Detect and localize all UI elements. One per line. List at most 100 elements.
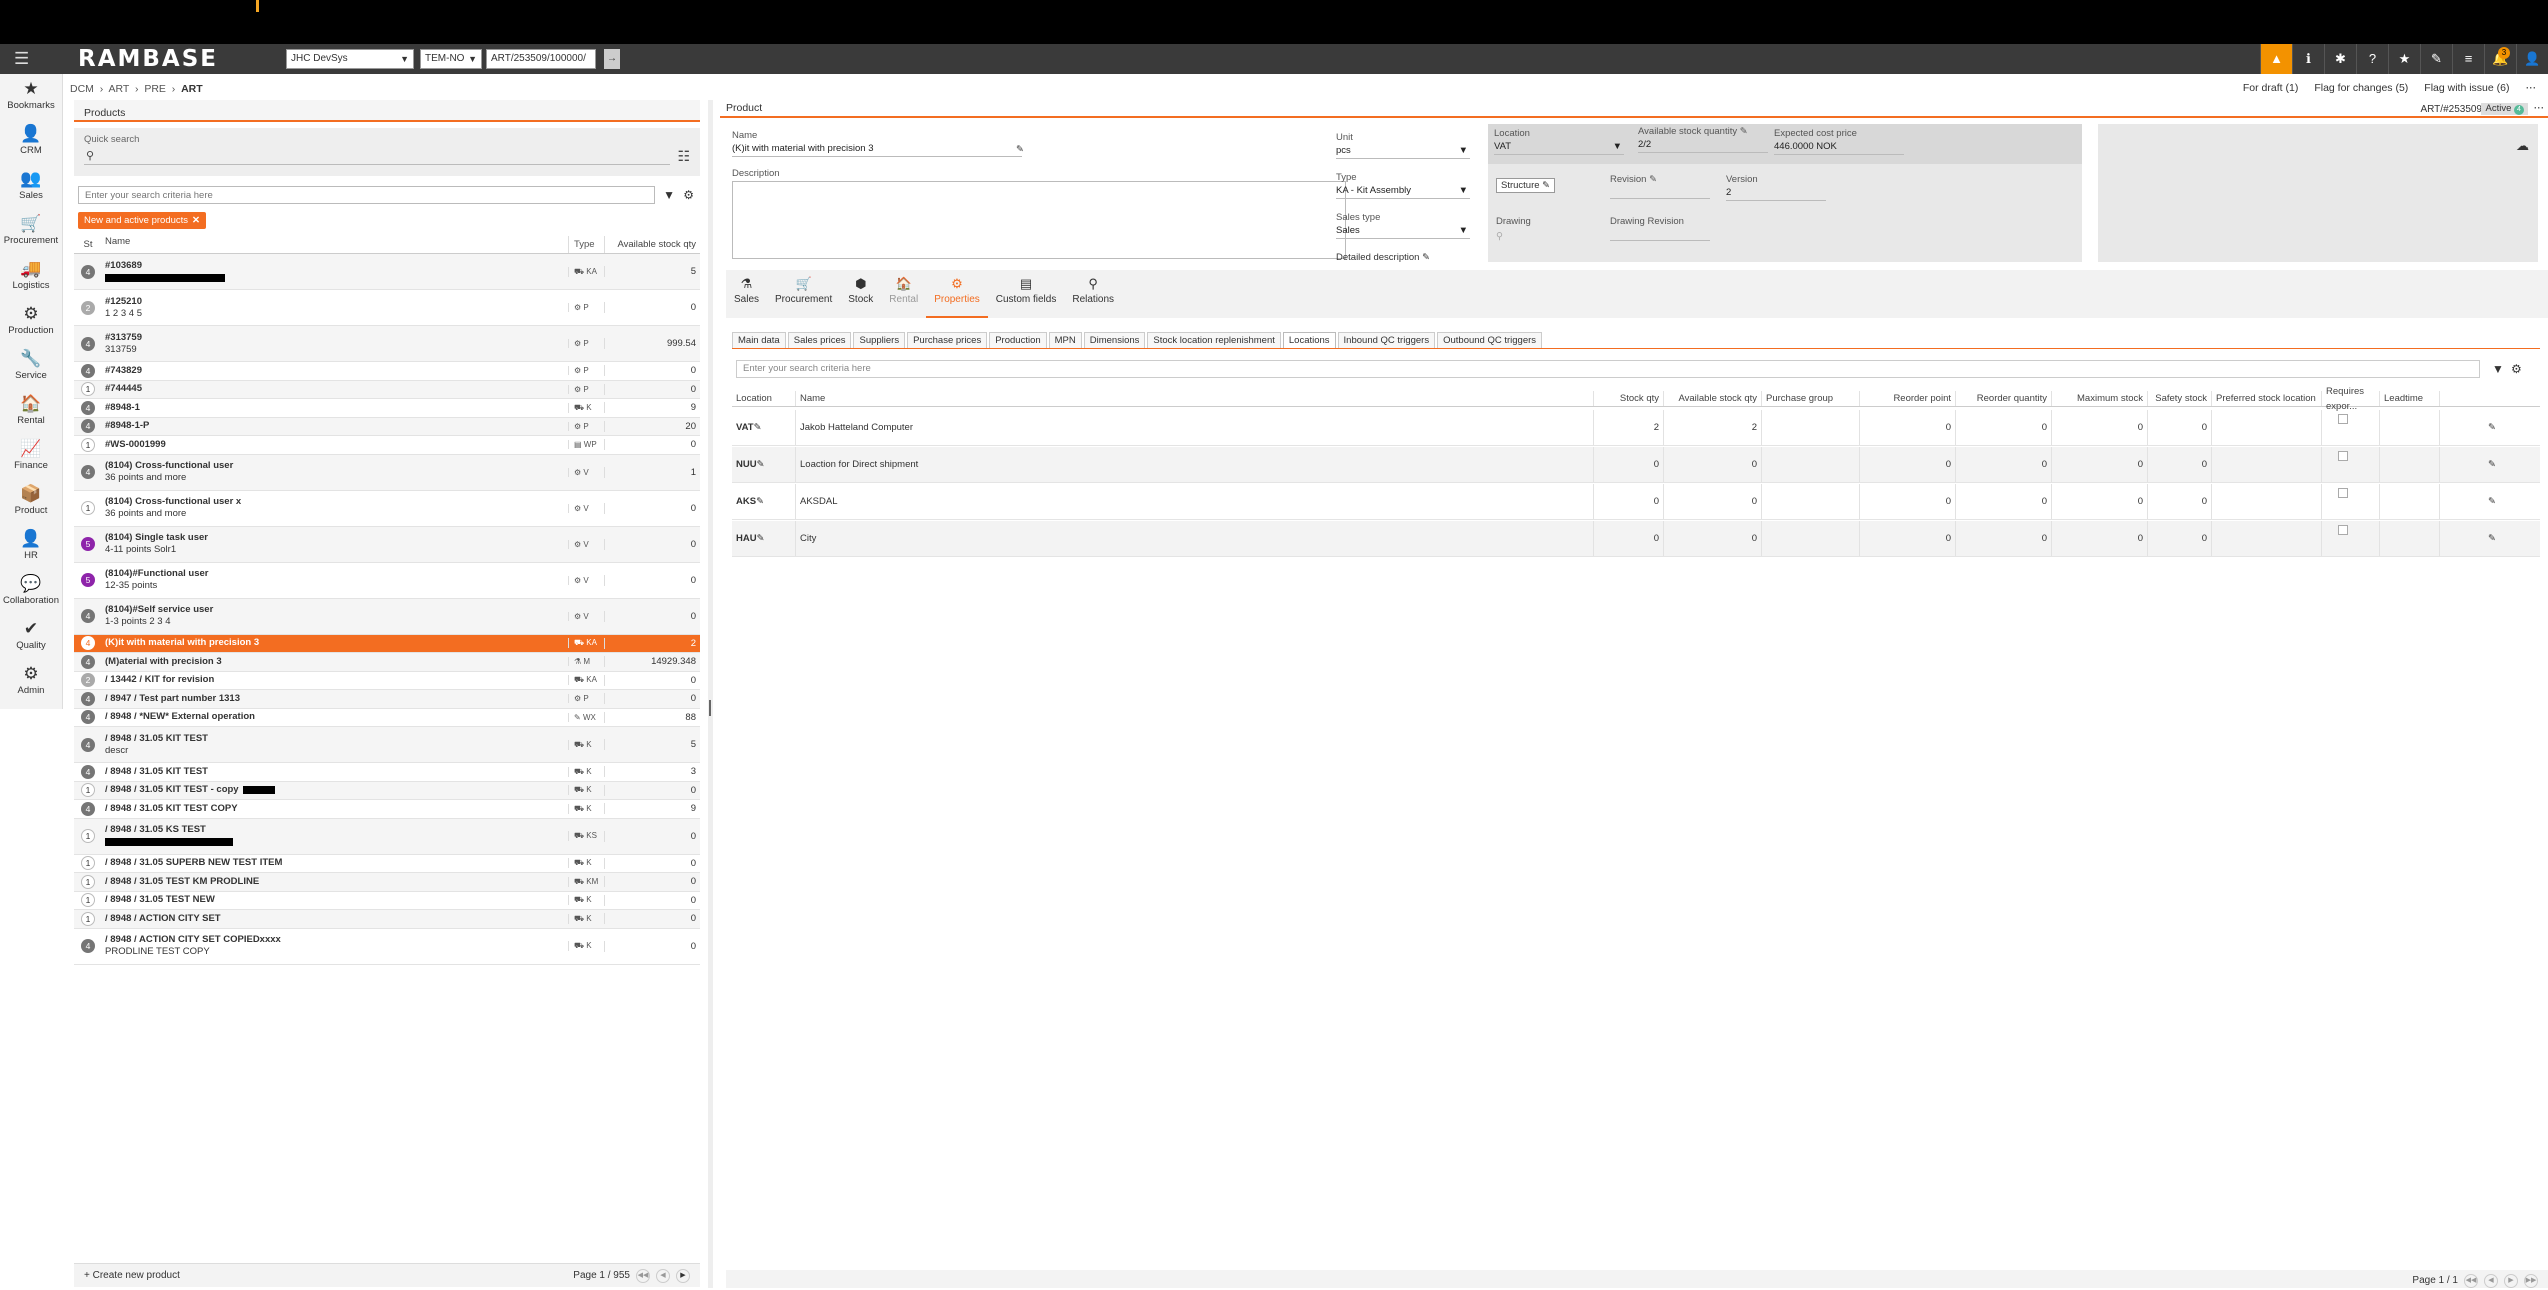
- table-row[interactable]: 4 #743829 ⚙ P0: [74, 362, 700, 381]
- version-input[interactable]: 2: [1726, 185, 1826, 201]
- menu-icon[interactable]: ☰: [14, 50, 34, 68]
- path-input[interactable]: ART/253509/100000/: [486, 49, 596, 69]
- sidebar-item-sales[interactable]: 👥 Sales: [0, 164, 62, 209]
- col-requires-expor-[interactable]: Requires expor...: [2322, 386, 2380, 412]
- sidebar-item-crm[interactable]: 👤 CRM: [0, 119, 62, 164]
- product-name[interactable]: (M)aterial with precision 3: [105, 656, 568, 668]
- user-icon[interactable]: 👤: [2516, 44, 2548, 74]
- close-icon[interactable]: ✕: [192, 215, 200, 226]
- product-name[interactable]: / 8948 / ACTION CITY SET: [105, 913, 568, 925]
- product-name[interactable]: (8104) Single task user: [105, 532, 568, 544]
- product-name[interactable]: / 8947 / Test part number 1313: [105, 693, 568, 705]
- edit-icon[interactable]: ✎: [2488, 422, 2496, 433]
- sidebar-item-quality[interactable]: ✔ Quality: [0, 614, 62, 659]
- table-row[interactable]: 4 #8948-1-P ⚙ P 20: [74, 417, 700, 436]
- go-button[interactable]: →: [604, 49, 620, 69]
- location-code[interactable]: NUU: [736, 459, 757, 470]
- star-icon[interactable]: ★: [2388, 44, 2420, 74]
- table-row[interactable]: 1/ 8948 / 31.05 TEST KM PRODLINE ⛟ KM 0: [74, 873, 700, 892]
- product-name[interactable]: #125210: [105, 296, 568, 308]
- splitter-handle[interactable]: [709, 700, 711, 716]
- detailed-description-link[interactable]: Detailed description ✎: [1336, 252, 1430, 263]
- col-name[interactable]: Name: [102, 236, 568, 253]
- edit-icon[interactable]: ✎: [2488, 459, 2496, 470]
- location-row[interactable]: AKS ✎ AKSDAL 0 0 0 0 0 0 ✎: [732, 484, 2540, 520]
- product-name[interactable]: / 8948 / 31.05 KIT TEST - copy: [105, 784, 239, 795]
- col-st[interactable]: St: [74, 236, 102, 253]
- sidebar-item-logistics[interactable]: 🚚 Logistics: [0, 254, 62, 299]
- product-name[interactable]: #743829: [105, 365, 568, 377]
- subtab-mpn[interactable]: MPN: [1048, 332, 1082, 348]
- table-row[interactable]: 2/ 13442 / KIT for revision ⛟ KA 0: [74, 672, 700, 690]
- subtab-stock-location-replenishment[interactable]: Stock location replenishment: [1147, 332, 1281, 348]
- product-name[interactable]: / 8948 / 31.05 KS TEST: [105, 824, 568, 836]
- location-select[interactable]: VAT ▼: [1494, 139, 1624, 155]
- edit-icon[interactable]: ✎: [2488, 533, 2496, 544]
- table-row[interactable]: 4 #313759 313759 ⚙ P 999.54: [74, 326, 700, 362]
- subtab-purchase-prices[interactable]: Purchase prices: [907, 332, 988, 348]
- location-code[interactable]: VAT: [736, 422, 754, 433]
- tab-sales[interactable]: ⚗ Sales: [726, 270, 767, 318]
- requires-export-checkbox[interactable]: [2338, 488, 2348, 498]
- filter-icon[interactable]: ▼: [663, 188, 675, 202]
- filter-chip[interactable]: New and active products ✕: [78, 212, 206, 229]
- next-icon[interactable]: ▶: [2504, 1274, 2518, 1288]
- prev-icon[interactable]: ◀: [656, 1269, 670, 1283]
- breadcrumb-item[interactable]: ART: [109, 83, 130, 95]
- table-row[interactable]: 4/ 8948 / 31.05 KIT TEST ⛟ K3: [74, 763, 700, 782]
- product-name[interactable]: / 8948 / 31.05 KIT TEST COPY: [105, 803, 568, 815]
- subtab-main-data[interactable]: Main data: [732, 332, 786, 348]
- settings-icon[interactable]: ✱: [2324, 44, 2356, 74]
- table-row[interactable]: 1/ 8948 / 31.05 KS TEST ⛟ KS 0: [74, 818, 700, 855]
- product-name[interactable]: (8104) Cross-functional user: [105, 460, 568, 472]
- sliders-icon[interactable]: ☷: [677, 148, 690, 165]
- table-row[interactable]: 4/ 8948 / *NEW* External operation ✎ WX 88: [74, 709, 700, 727]
- description-input[interactable]: [732, 181, 1346, 259]
- sidebar-item-service[interactable]: 🔧 Service: [0, 344, 62, 389]
- table-row[interactable]: 4 (8104)#Self service user 1-3 points 2 3 …: [74, 598, 700, 635]
- app-logo[interactable]: RAMBASE: [78, 47, 218, 71]
- prev-first-icon[interactable]: ◀◀: [636, 1269, 650, 1283]
- table-row[interactable]: 5 (8104) Single task user 4-11 points Solr…: [74, 526, 700, 563]
- col-leadtime[interactable]: Leadtime: [2380, 391, 2440, 406]
- col-name[interactable]: Name: [796, 391, 1594, 406]
- product-name[interactable]: #8948-1-P: [105, 420, 568, 432]
- sidebar-item-hr[interactable]: 👤 HR: [0, 524, 62, 569]
- location-code[interactable]: AKS: [736, 496, 756, 507]
- table-row[interactable]: 4 / 8948 / ACTION CITY SET COPIEDxxxx PROD…: [74, 929, 700, 965]
- create-product-button[interactable]: + Create new product: [84, 1264, 180, 1288]
- search-icon[interactable]: ⚲: [1496, 231, 1531, 242]
- breadcrumb-item[interactable]: PRE: [144, 83, 166, 95]
- sidebar-item-rental[interactable]: 🏠 Rental: [0, 389, 62, 434]
- col-reorder-quantity[interactable]: Reorder quantity: [1956, 391, 2052, 406]
- product-name[interactable]: (8104)#Self service user: [105, 604, 568, 616]
- info-icon[interactable]: ℹ: [2292, 44, 2324, 74]
- table-row[interactable]: 4/ 8948 / 31.05 KIT TEST descr ⛟ K5: [74, 727, 700, 763]
- tab-stock[interactable]: ⬢ Stock: [840, 270, 881, 318]
- table-row[interactable]: 4/ 8948 / 31.05 KIT TEST COPY ⛟ K9: [74, 800, 700, 819]
- table-row[interactable]: 1/ 8948 / 31.05 KIT TEST - copy ⛟ K0: [74, 781, 700, 800]
- col-location[interactable]: Location: [732, 391, 796, 406]
- location-row[interactable]: HAU ✎ City 0 0 0 0 0 0 ✎: [732, 521, 2540, 557]
- product-name[interactable]: #103689: [105, 260, 568, 272]
- product-name[interactable]: #313759: [105, 332, 568, 344]
- table-row[interactable]: 1 #744445 ⚙ P0: [74, 380, 700, 399]
- subtab-inbound-qc-triggers[interactable]: Inbound QC triggers: [1337, 332, 1436, 348]
- sidebar-item-procurement[interactable]: 🛒 Procurement: [0, 209, 62, 254]
- product-name[interactable]: / 8948 / 31.05 KIT TEST: [105, 733, 568, 745]
- subtab-locations[interactable]: Locations: [1282, 332, 1336, 348]
- last-icon[interactable]: ▶▶: [2524, 1274, 2538, 1288]
- edit-icon[interactable]: ✎: [2488, 496, 2496, 507]
- product-name[interactable]: / 8948 / ACTION CITY SET COPIEDxxxx: [105, 934, 568, 946]
- flag-draft-link[interactable]: For draft (1): [2243, 82, 2298, 94]
- col-purchase-group[interactable]: Purchase group: [1762, 391, 1860, 406]
- system-select[interactable]: TEM-NO ▼: [420, 49, 482, 69]
- table-row[interactable]: 2 #125210 1 2 3 4 5 ⚙ P0: [74, 290, 700, 326]
- subtab-suppliers[interactable]: Suppliers: [853, 332, 906, 348]
- col-stock-qty[interactable]: Stock qty: [1594, 391, 1664, 406]
- flag-changes-link[interactable]: Flag for changes (5): [2314, 82, 2408, 94]
- warning-icon[interactable]: ▲: [2260, 44, 2292, 74]
- structure-button[interactable]: Structure ✎: [1496, 178, 1556, 193]
- col-reorder-point[interactable]: Reorder point: [1860, 391, 1956, 406]
- table-row[interactable]: 4/ 8947 / Test part number 1313 ⚙ P0: [74, 690, 700, 709]
